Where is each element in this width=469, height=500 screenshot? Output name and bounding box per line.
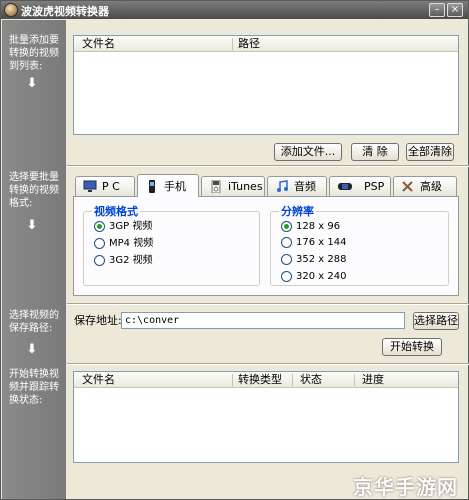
format-option-label: 3G2 视频 [109,255,153,266]
radio-button[interactable] [281,271,292,282]
file-list-header: 文件名 路径 [74,36,458,52]
tab-audio-label: 音频 [294,180,316,193]
browse-path-button[interactable]: 选择路径 [413,312,459,330]
tab-mobile-label: 手机 [164,180,186,193]
add-file-button[interactable]: 添加文件... [274,143,342,161]
resolution-option-label: 320 x 240 [296,271,347,282]
tab-advanced[interactable]: 高级 [393,176,457,196]
tab-itunes[interactable]: iTunes [201,176,265,196]
step-1-arrow-down-icon: ⬇ [26,76,38,91]
radio-button[interactable] [94,255,105,266]
tools-icon [402,181,413,192]
clear-button[interactable]: 清 除 [351,143,399,161]
column-filename[interactable]: 文件名 [82,373,115,387]
psp-icon [338,183,352,190]
format-option-label: 3GP 视频 [109,221,153,232]
resolution-option-label: 176 x 144 [296,237,347,248]
radio-button[interactable] [94,221,105,232]
tab-advanced-label: 高级 [420,180,442,193]
column-convert-type[interactable]: 转换类型 [238,373,282,387]
ipod-icon [211,180,221,193]
title-bar[interactable]: 波波虎视频转换器 – × [1,1,468,19]
column-divider [292,374,293,386]
section-divider [67,165,469,167]
step-4-text: 开始转换视频并跟踪转换状态: [9,369,59,406]
step-1-text: 批量添加要转换的视频到列表: [9,35,59,72]
tab-psp[interactable]: PSP [329,176,391,196]
video-format-group: 视频格式 3GP 视频 MP4 视频 3G2 视频 [83,205,260,286]
tab-pc[interactable]: P C [75,176,135,196]
column-divider [232,38,233,50]
save-path-input[interactable]: c:\conver [121,312,405,329]
column-status[interactable]: 状态 [300,373,322,387]
app-window: 波波虎视频转换器 – × 批量添加要转换的视频到列表: ⬇ 选择要批量转换的视频… [0,0,469,500]
tab-itunes-label: iTunes [228,180,263,193]
mobile-phone-icon [149,180,155,193]
tab-psp-label: PSP [364,180,385,193]
section-divider [67,363,469,365]
radio-button[interactable] [281,237,292,248]
column-divider [354,374,355,386]
site-watermark: 京华手游网 [353,475,458,499]
resolution-group: 分辨率 128 x 96 176 x 144 352 x 288 320 x 2… [270,205,449,286]
clear-all-button[interactable]: 全部清除 [406,143,454,161]
step-2-arrow-down-icon: ⬇ [26,218,38,233]
column-divider [232,374,233,386]
monitor-icon [83,180,97,192]
music-note-icon [277,180,288,192]
conversion-list-header: 文件名 转换类型 状态 进度 [74,372,458,388]
window-title: 波波虎视频转换器 [21,5,109,18]
resolution-option-label: 128 x 96 [296,221,341,232]
steps-panel [2,20,66,499]
resolution-option-label: 352 x 288 [296,254,347,265]
tab-pc-label: P C [102,180,120,193]
tiger-logo-icon [4,3,18,17]
section-divider [67,303,469,305]
minimize-button[interactable]: – [429,3,445,17]
save-path-label: 保存地址: [74,314,122,327]
resolution-title: 分辨率 [279,205,316,218]
radio-button[interactable] [94,238,105,249]
tab-mobile[interactable]: 手机 [137,174,199,197]
radio-button[interactable] [281,221,292,232]
column-path[interactable]: 路径 [238,37,260,51]
radio-button[interactable] [281,254,292,265]
conversion-list[interactable]: 文件名 转换类型 状态 进度 [73,371,459,463]
column-progress[interactable]: 进度 [362,373,384,387]
file-list[interactable]: 文件名 路径 [73,35,459,135]
start-convert-button[interactable]: 开始转换 [382,338,442,356]
step-2-text: 选择要批量转换的视频格式: [9,172,59,209]
video-format-title: 视频格式 [92,205,140,218]
step-3-arrow-down-icon: ⬇ [26,342,38,357]
close-button[interactable]: × [447,3,463,17]
tab-audio[interactable]: 音频 [267,176,327,196]
format-option-label: MP4 视频 [109,238,154,249]
column-filename[interactable]: 文件名 [82,37,115,51]
step-3-text: 选择视频的保存路径: [9,310,59,334]
